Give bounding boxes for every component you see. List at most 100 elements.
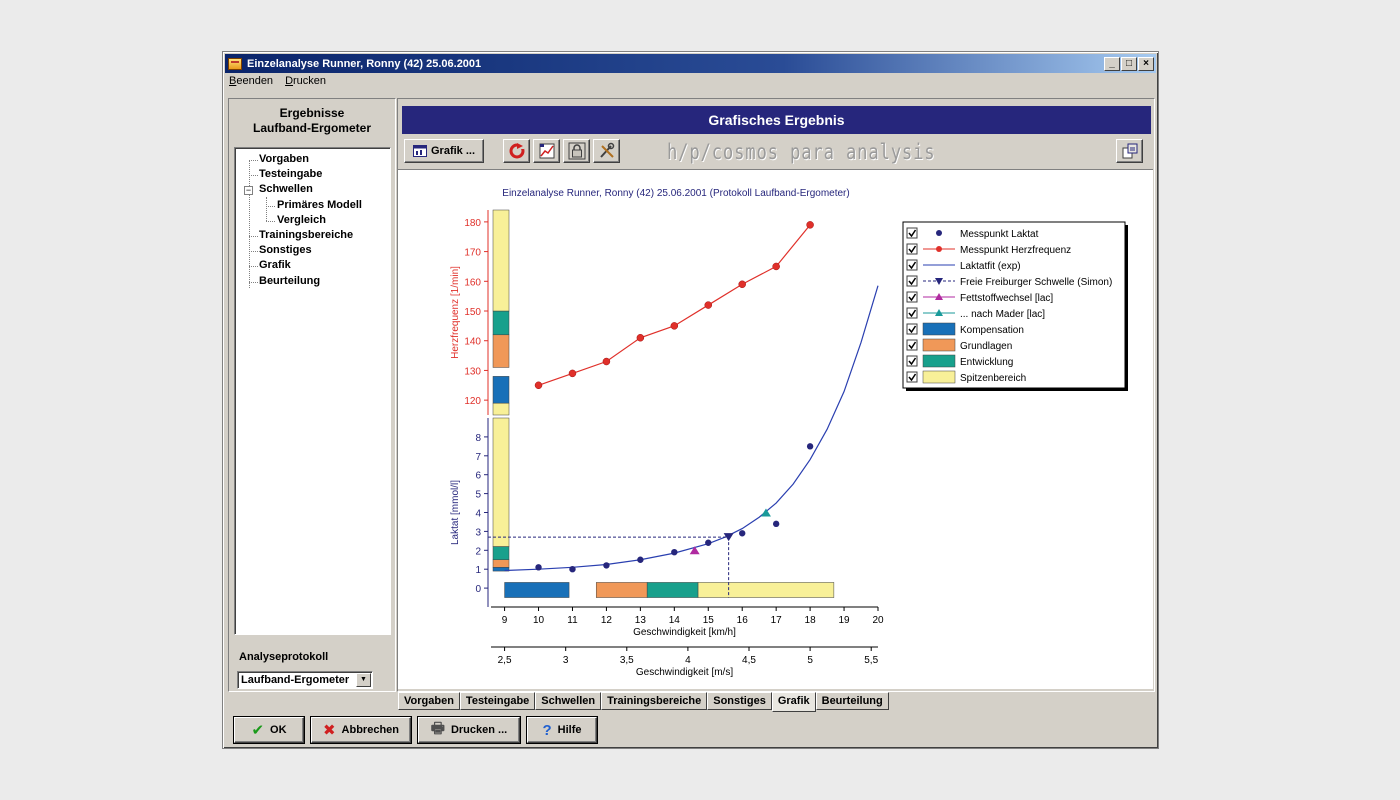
mader-threshold-marker [760, 508, 771, 517]
heartrate-point [670, 322, 679, 330]
grafik-button[interactable]: Grafik ... [404, 139, 484, 163]
legend-label: Fettstoffwechsel [lac] [960, 293, 1053, 304]
close-button[interactable]: × [1138, 56, 1154, 71]
print-button[interactable]: 🖶 Drucken ... [418, 717, 520, 743]
legend-swatch-zone [922, 322, 956, 336]
legend-label: Laktatfit (exp) [960, 261, 1021, 272]
x2-tick-label: 3 [563, 655, 569, 666]
tab-vorgaben[interactable]: Vorgaben [398, 692, 460, 710]
lactate-tick-label: 5 [475, 490, 481, 501]
lactate-tick-label: 0 [475, 584, 481, 595]
brand-logo: h/p/cosmos para analysis [667, 140, 936, 164]
menu-drucken[interactable]: Drucken [285, 75, 326, 91]
export-icon [1122, 143, 1137, 159]
chart-area: Einzelanalyse Runner, Ronny (42) 25.06.2… [398, 169, 1153, 689]
minimize-button[interactable]: _ [1104, 56, 1120, 71]
help-button[interactable]: ? Hilfe [527, 717, 597, 743]
title-bar[interactable]: Einzelanalyse Runner, Ronny (42) 25.06.2… [225, 54, 1156, 73]
tab-beurteilung[interactable]: Beurteilung [815, 692, 889, 710]
cancel-button[interactable]: ✖ Abbrechen [311, 717, 411, 743]
lactate-axis-label: Laktat [mmol/l] [450, 480, 461, 545]
tree-item-schwellen[interactable]: − Schwellen [235, 183, 390, 198]
tree-item-testeingabe[interactable]: Testeingabe [235, 168, 390, 183]
lock-button[interactable] [563, 139, 590, 163]
tab-sonstiges[interactable]: Sonstiges [707, 692, 772, 710]
collapse-toggle-icon[interactable]: − [244, 186, 253, 196]
legend-swatch-zone [922, 338, 956, 352]
heartrate-point [806, 221, 814, 229]
question-icon: ? [542, 721, 552, 739]
hr-zone-bar-grundlagen [492, 334, 510, 368]
heartrate-point [704, 301, 713, 309]
tree-item-grafik[interactable]: Grafik [235, 259, 390, 274]
legend-swatch-hr [936, 246, 942, 252]
tree-item-sonstiges[interactable]: Sonstiges [235, 244, 390, 259]
x-tick-label: 15 [703, 615, 715, 626]
tree-item-trainingsbereiche[interactable]: Trainingsbereiche [235, 229, 390, 244]
left-panel-title: Ergebnisse Laufband-Ergometer [252, 106, 371, 135]
right-panel: Grafisches Ergebnis Grafik ... h/p/cosmo… [397, 98, 1155, 692]
speed-zone-spitzenbereich [697, 582, 835, 598]
legend-label: Messpunkt Laktat [960, 229, 1039, 240]
tree-item-vergleich[interactable]: Vergleich [235, 214, 390, 229]
x2-tick-label: 3,5 [620, 655, 634, 666]
heartrate-point [568, 369, 577, 378]
tab-schwellen[interactable]: Schwellen [535, 692, 602, 710]
legend-label: Spitzenbereich [960, 373, 1026, 384]
hr-tick-label: 180 [464, 218, 481, 229]
menu-beenden[interactable]: Beenden [229, 75, 273, 91]
dropdown-arrow-icon[interactable]: ▼ [356, 673, 371, 687]
x-tick-label: 19 [838, 615, 850, 626]
tree-item-vorgaben[interactable]: Vorgaben [235, 153, 390, 168]
main-window: Einzelanalyse Runner, Ronny (42) 25.06.2… [222, 51, 1159, 749]
tree-item-beurteilung[interactable]: Beurteilung [235, 275, 390, 290]
lactate-tick-label: 8 [475, 433, 481, 444]
hr-zone-bar-spitzenbereich [492, 402, 510, 416]
x2-axis-label: Geschwindigkeit [m/s] [636, 667, 733, 678]
protocol-select[interactable]: Laufband-Ergometer ▼ [237, 671, 373, 689]
x-tick-label: 12 [601, 615, 613, 626]
navigation-tree: Vorgaben Testeingabe − Schwellen Primäre… [234, 147, 391, 635]
heartrate-line [538, 224, 811, 386]
ok-button[interactable]: ✔ OK [234, 717, 304, 743]
left-panel: Ergebnisse Laufband-Ergometer Vorgaben T… [228, 98, 396, 692]
lactate-point [671, 548, 678, 556]
x2-tick-label: 2,5 [498, 655, 512, 666]
maximize-button[interactable]: □ [1121, 56, 1137, 71]
chart-title: Einzelanalyse Runner, Ronny (42) 25.06.2… [502, 188, 849, 199]
window-title: Einzelanalyse Runner, Ronny (42) 25.06.2… [247, 57, 482, 70]
lactate-tick-label: 6 [475, 471, 481, 482]
chart-toolbar: Grafik ... h/p/cosmos para analysis [402, 139, 1151, 165]
refresh-button[interactable] [503, 139, 530, 163]
x-tick-label: 18 [805, 615, 817, 626]
result-banner: Grafisches Ergebnis [402, 106, 1151, 134]
hr-tick-label: 130 [464, 366, 481, 377]
lactate-point [637, 556, 644, 563]
lactate-zone-bar-entwicklung [492, 546, 510, 560]
app-icon [228, 57, 242, 70]
x2-tick-label: 4,5 [742, 655, 756, 666]
chart-options-button[interactable] [533, 139, 560, 163]
tab-trainingsbereiche[interactable]: Trainingsbereiche [601, 692, 708, 710]
menu-bar: Beenden Drucken [229, 75, 326, 91]
tab-bar: Vorgaben Testeingabe Schwellen Trainings… [398, 692, 889, 712]
tools-button[interactable] [593, 139, 620, 163]
check-icon: ✔ [251, 722, 265, 739]
speed-zone-entwicklung [646, 582, 699, 598]
export-button[interactable] [1116, 139, 1143, 163]
tab-grafik[interactable]: Grafik [771, 692, 816, 712]
legend-label: ... nach Mader [lac] [960, 309, 1045, 320]
speed-zone-grundlagen [595, 582, 648, 598]
tab-testeingabe[interactable]: Testeingabe [459, 692, 536, 710]
hr-zone-bar-entwicklung [492, 310, 510, 336]
lactate-point [705, 539, 712, 546]
hr-tick-label: 150 [464, 307, 481, 318]
refresh-icon [509, 143, 524, 159]
tree-item-primaeres-modell[interactable]: Primäres Modell [235, 199, 390, 214]
lactate-fit-line [504, 285, 879, 572]
heartrate-point [602, 357, 611, 366]
protocol-value: Laufband-Ergometer [241, 674, 350, 686]
lactate-performance-chart[interactable]: Einzelanalyse Runner, Ronny (42) 25.06.2… [398, 170, 1153, 690]
speed-zone-kompensation [504, 582, 570, 598]
x-tick-label: 16 [737, 615, 749, 626]
